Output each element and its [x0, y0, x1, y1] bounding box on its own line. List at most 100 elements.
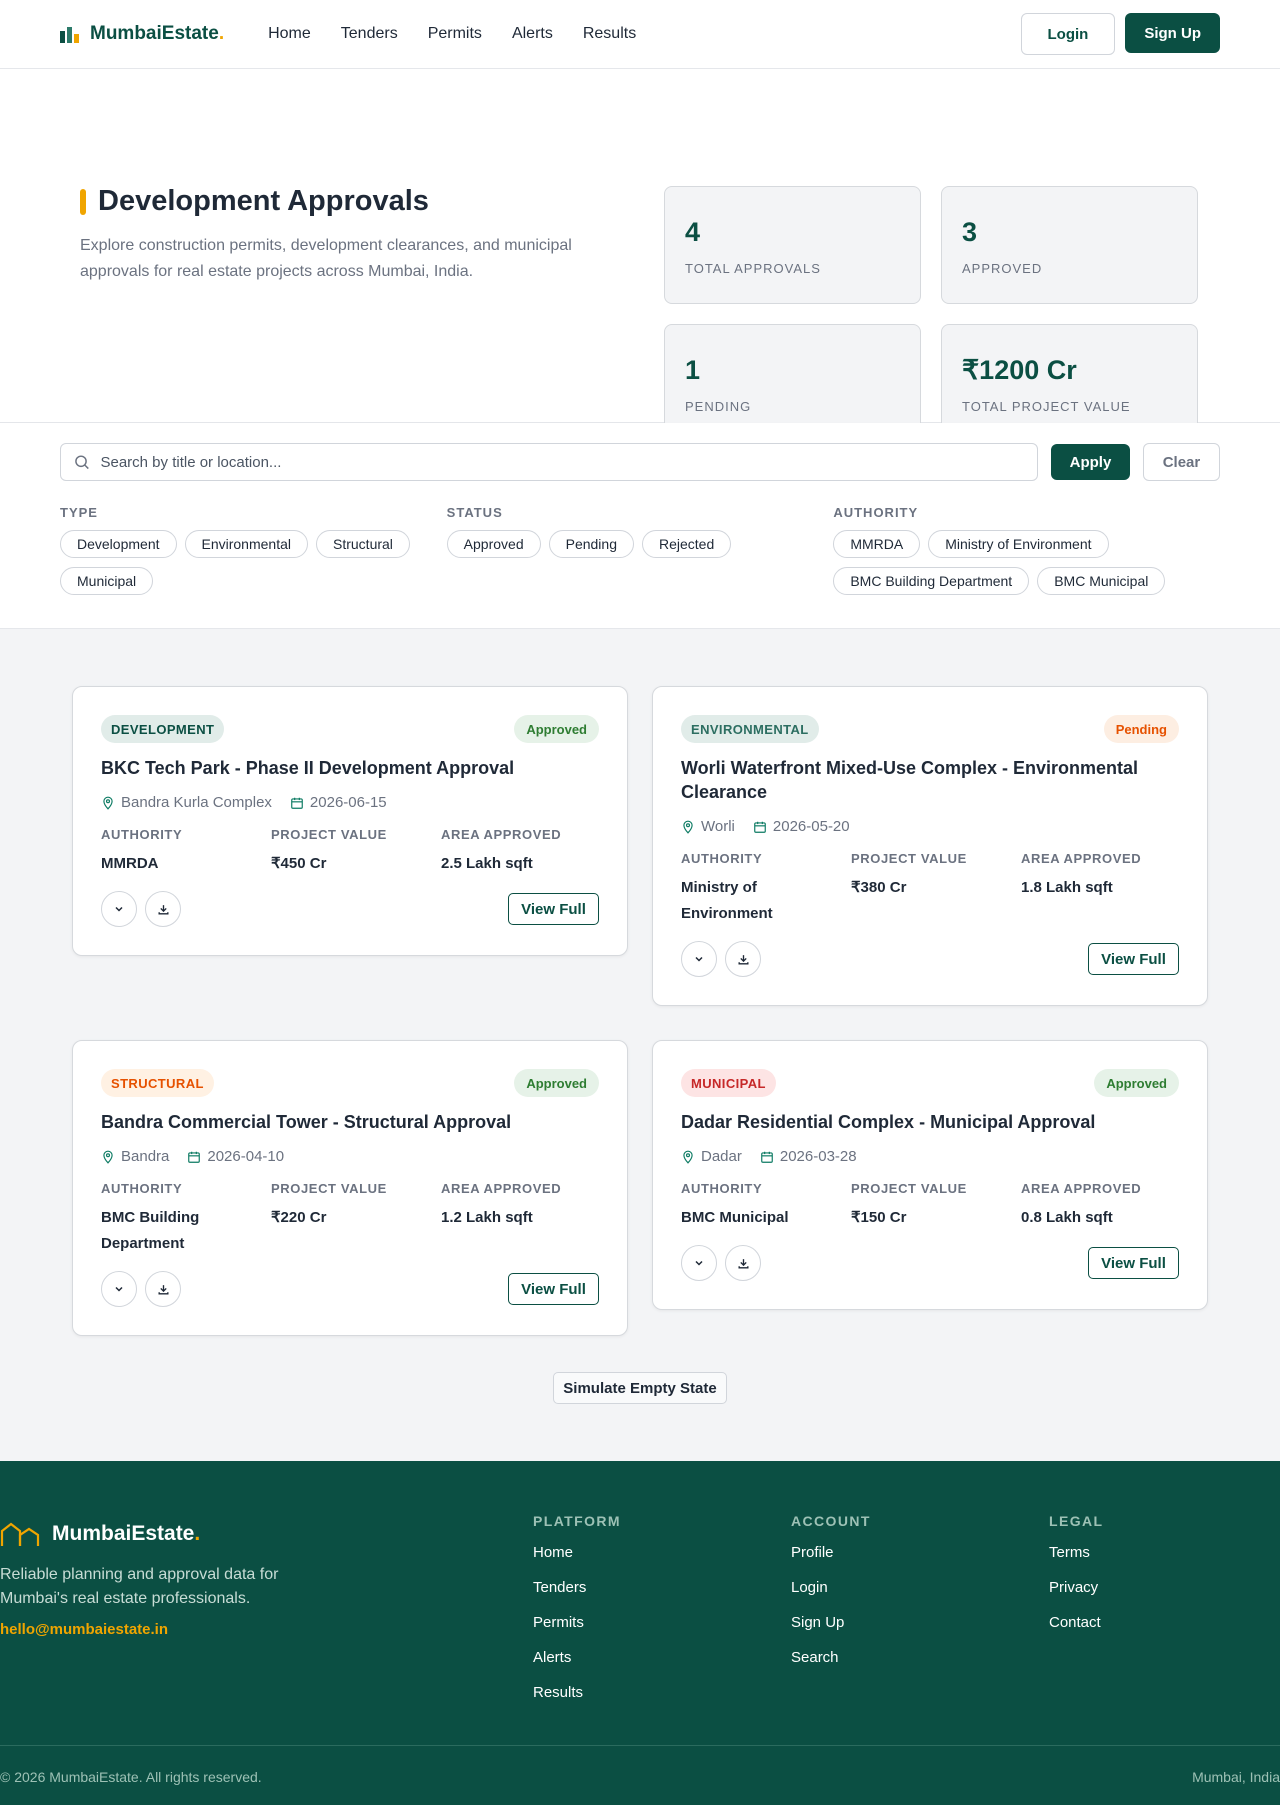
footer-link-search[interactable]: Search	[791, 1648, 871, 1683]
card-date: 2026-03-28	[779, 1148, 857, 1165]
card-title: Dadar Residential Complex - Municipal Ap…	[681, 1112, 1096, 1132]
nav-link-home[interactable]: Home	[268, 25, 311, 43]
project-value-label: PROJECT VALUE	[851, 1181, 967, 1196]
type-badge: STRUCTURAL	[101, 1069, 214, 1097]
hero-section: Development Approvals Explore constructi…	[0, 69, 1280, 442]
view-full-button[interactable]: View Full	[1088, 943, 1179, 975]
stats-grid: 4 TOTAL APPROVALS 3 APPROVED 1 PENDING ₹…	[664, 186, 1198, 442]
approval-card: STRUCTURAL Approved Bandra Commercial To…	[72, 1040, 628, 1336]
approval-card: DEVELOPMENT Approved BKC Tech Park - Pha…	[72, 686, 628, 956]
footer-link-home[interactable]: Home	[533, 1543, 621, 1578]
stat-value: 3	[962, 217, 978, 247]
search-input[interactable]	[100, 453, 1025, 471]
footer-description: Reliable planning and approval data for …	[0, 1566, 279, 1607]
authority-value: BMC Building Department	[101, 1209, 200, 1252]
view-full-button[interactable]: View Full	[508, 1273, 599, 1305]
download-button[interactable]	[145, 1271, 181, 1307]
filter-group-authority: AUTHORITY MMRDA Ministry of Environment …	[833, 505, 1220, 595]
card-date: 2026-06-15	[309, 794, 387, 811]
search-box	[60, 443, 1038, 481]
filter-group-type: TYPE Development Environmental Structura…	[60, 505, 447, 595]
project-value-label: PROJECT VALUE	[851, 851, 967, 866]
authority-label: AUTHORITY	[101, 827, 183, 842]
nav-link-tenders[interactable]: Tenders	[341, 25, 398, 43]
download-icon	[157, 1283, 170, 1296]
calendar-icon	[753, 820, 767, 834]
project-value: ₹150 Cr	[851, 1209, 907, 1226]
chip-rejected[interactable]: Rejected	[642, 530, 732, 558]
footer-link-signup[interactable]: Sign Up	[791, 1613, 871, 1648]
nav-link-permits[interactable]: Permits	[428, 25, 482, 43]
top-nav: MumbaiEstate. Home Tenders Permits Alert…	[0, 0, 1280, 69]
type-badge: ENVIRONMENTAL	[681, 715, 819, 743]
download-button[interactable]	[145, 891, 181, 927]
clear-button[interactable]: Clear	[1142, 443, 1220, 481]
footer-divider	[0, 1745, 1280, 1746]
chip-bmc-municipal[interactable]: BMC Municipal	[1037, 567, 1166, 595]
footer-link-privacy[interactable]: Privacy	[1049, 1578, 1103, 1613]
filter-group-status: STATUS Approved Pending Rejected	[446, 505, 834, 595]
area-approved-value: 0.8 Lakh sqft	[1021, 1209, 1113, 1226]
download-icon	[737, 953, 750, 966]
chip-structural[interactable]: Structural	[316, 530, 410, 558]
footer-link-terms[interactable]: Terms	[1049, 1543, 1103, 1578]
card-date: 2026-05-20	[772, 818, 850, 835]
status-badge: Approved	[1094, 1069, 1179, 1097]
footer-brand[interactable]: MumbaiEstate.	[0, 1521, 200, 1547]
expand-button[interactable]	[681, 1245, 717, 1281]
expand-button[interactable]	[101, 1271, 137, 1307]
download-icon	[157, 903, 170, 916]
expand-button[interactable]	[681, 941, 717, 977]
view-full-button[interactable]: View Full	[1088, 1247, 1179, 1279]
area-approved-label: AREA APPROVED	[441, 827, 562, 842]
page-title: Development Approvals	[98, 185, 429, 217]
chip-development[interactable]: Development	[60, 530, 177, 558]
nav-links: Home Tenders Permits Alerts Results	[268, 25, 636, 43]
footer-link-profile[interactable]: Profile	[791, 1543, 871, 1578]
footer-email-link[interactable]: hello@mumbaiestate.in	[0, 1621, 168, 1638]
chip-ministry-of-environment[interactable]: Ministry of Environment	[928, 530, 1109, 558]
chip-pending[interactable]: Pending	[548, 530, 634, 558]
filter-group-label: TYPE	[60, 505, 98, 520]
nav-link-results[interactable]: Results	[583, 25, 636, 43]
chip-environmental[interactable]: Environmental	[184, 530, 308, 558]
location-pin-icon	[681, 1150, 695, 1164]
card-date: 2026-04-10	[207, 1148, 285, 1165]
footer-link-permits[interactable]: Permits	[533, 1613, 621, 1648]
stat-card-total-approvals: 4 TOTAL APPROVALS	[664, 186, 921, 304]
footer-link-login[interactable]: Login	[791, 1578, 871, 1613]
card-title: Bandra Commercial Tower - Structural App…	[101, 1112, 512, 1132]
download-button[interactable]	[725, 1245, 761, 1281]
chip-bmc-building-department[interactable]: BMC Building Department	[833, 567, 1030, 595]
nav-link-alerts[interactable]: Alerts	[512, 25, 553, 43]
expand-button[interactable]	[101, 891, 137, 927]
footer-brand-name: MumbaiEstate.	[52, 1522, 201, 1545]
authority-value: MMRDA	[101, 855, 159, 872]
approval-card: MUNICIPAL Approved Dadar Residential Com…	[652, 1040, 1208, 1310]
login-button[interactable]: Login	[1020, 13, 1116, 55]
footer-copyright: © 2026 MumbaiEstate. All rights reserved…	[0, 1769, 262, 1785]
footer-link-results[interactable]: Results	[533, 1683, 621, 1718]
footer-link-contact[interactable]: Contact	[1049, 1613, 1103, 1648]
footer-link-tenders[interactable]: Tenders	[533, 1578, 621, 1613]
apply-button[interactable]: Apply	[1051, 444, 1130, 480]
view-full-button[interactable]: View Full	[508, 893, 599, 925]
area-approved-label: AREA APPROVED	[1021, 1181, 1142, 1196]
brand-logo[interactable]: MumbaiEstate.	[60, 23, 224, 45]
footer-link-alerts[interactable]: Alerts	[533, 1648, 621, 1683]
bar-chart-icon	[60, 27, 79, 43]
signup-button[interactable]: Sign Up	[1125, 13, 1220, 53]
status-badge: Approved	[514, 1069, 599, 1097]
project-value: ₹380 Cr	[851, 879, 907, 896]
title-accent-bar	[80, 188, 86, 215]
approval-card: ENVIRONMENTAL Pending Worli Waterfront M…	[652, 686, 1208, 1006]
card-title: BKC Tech Park - Phase II Development App…	[101, 758, 515, 778]
location-pin-icon	[101, 796, 115, 810]
chip-mmrda[interactable]: MMRDA	[833, 530, 921, 558]
chip-approved[interactable]: Approved	[446, 530, 541, 558]
authority-label: AUTHORITY	[101, 1181, 183, 1196]
chip-municipal[interactable]: Municipal	[60, 567, 154, 595]
card-location: Dadar	[701, 1148, 742, 1165]
simulate-empty-state-button[interactable]: Simulate Empty State	[553, 1372, 727, 1404]
download-button[interactable]	[725, 941, 761, 977]
